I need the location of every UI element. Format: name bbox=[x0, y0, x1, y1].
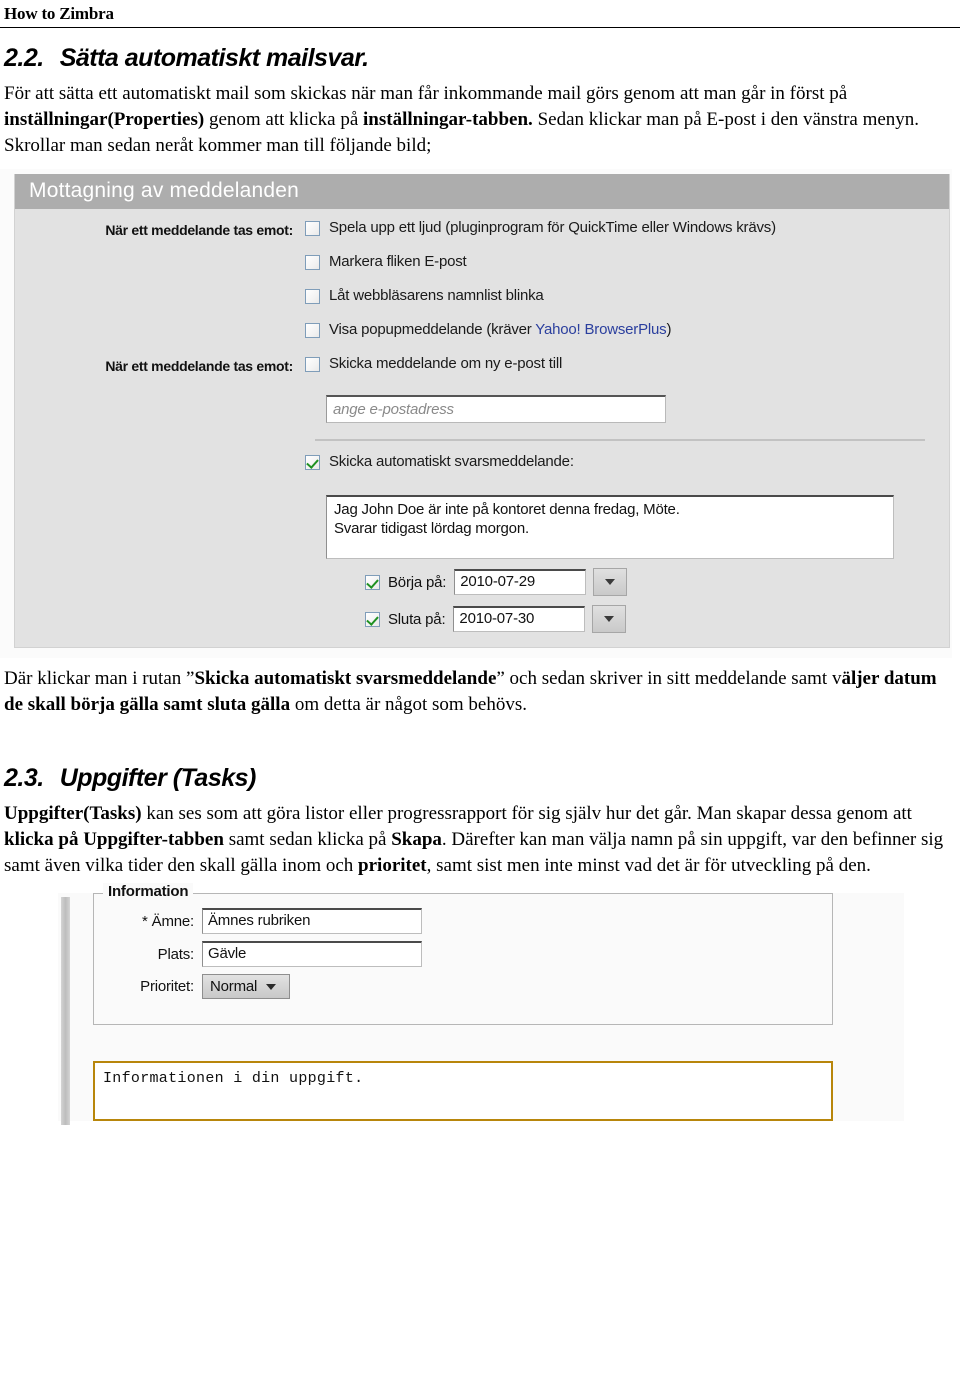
popup-label-pre: Visa popupmeddelande (kräver bbox=[329, 321, 536, 339]
row-flash-browser-title: Låt webbläsarens namnlist blinka bbox=[15, 287, 949, 321]
checkbox-highlight-mail-tab[interactable] bbox=[305, 255, 320, 271]
popup-label-post: ) bbox=[666, 321, 672, 339]
input-start-date[interactable]: 2010-07-29 bbox=[454, 569, 587, 596]
caption-after-screenshot-1: Där klickar man i rutan ”Skicka automati… bbox=[4, 668, 937, 716]
mail-prefs-panel: Mottagning av meddelanden När ett meddel… bbox=[14, 174, 950, 649]
input-location[interactable]: Gävle bbox=[202, 941, 422, 968]
checkbox-start-date[interactable] bbox=[365, 574, 380, 590]
select-priority-value: Normal bbox=[210, 978, 258, 996]
checkbox-label-show-popup: Visa popupmeddelande (kräver Yahoo! Brow… bbox=[329, 321, 671, 338]
task-notes-editor[interactable]: Informationen i din uppgift. bbox=[93, 1061, 833, 1122]
section-title-2-2: Sätta automatiskt mailsvar. bbox=[59, 44, 369, 72]
input-subject[interactable]: Ämnes rubriken bbox=[202, 908, 422, 935]
checkbox-label-send-auto-reply: Skicka automatiskt svarsmeddelande: bbox=[329, 453, 574, 471]
auto-reply-message-textarea[interactable]: Jag John Doe är inte på kontoret denna f… bbox=[326, 495, 894, 560]
label-start-date: Börja på: bbox=[388, 573, 447, 591]
section-divider bbox=[315, 439, 925, 442]
row-show-popup: Visa popupmeddelande (kräver Yahoo! Brow… bbox=[15, 321, 949, 355]
checkbox-show-popup[interactable] bbox=[305, 323, 320, 339]
checkbox-label-forward-new-mail: Skicka meddelande om ny e-post till bbox=[329, 355, 563, 373]
checkbox-send-auto-reply[interactable] bbox=[305, 455, 320, 471]
section-heading-2-2: 2.2. Sätta automatiskt mailsvar. bbox=[4, 44, 960, 73]
label-on-message-received-1: När ett meddelande tas emot: bbox=[105, 222, 293, 239]
browserplus-link[interactable]: Yahoo! BrowserPlus bbox=[535, 321, 666, 338]
row-highlight-mail-tab: Markera fliken E-post bbox=[15, 253, 949, 287]
section-number-2-3: 2.3. bbox=[4, 764, 44, 793]
checkbox-forward-new-mail[interactable] bbox=[305, 357, 320, 373]
row-auto-reply-message: Jag John Doe är inte på kontoret denna f… bbox=[15, 495, 949, 560]
section-2-3-paragraph: Uppgifter(Tasks) kan ses som att göra li… bbox=[4, 803, 944, 877]
start-date-picker-button[interactable] bbox=[593, 568, 628, 597]
checkbox-play-sound[interactable] bbox=[305, 221, 320, 237]
section-title-2-3: Uppgifter (Tasks) bbox=[59, 764, 257, 793]
spacer-label-6 bbox=[15, 495, 305, 498]
screenshot-bottom-edge bbox=[0, 648, 952, 659]
row-on-message-received-2: När ett meddelande tas emot: Skicka medd… bbox=[15, 355, 949, 389]
header-rule bbox=[0, 27, 960, 28]
section-heading-2-3: 2.3. Uppgifter (Tasks) bbox=[4, 764, 960, 793]
select-priority[interactable]: Normal bbox=[202, 974, 290, 1000]
chevron-down-icon bbox=[266, 983, 277, 990]
input-end-date[interactable]: 2010-07-30 bbox=[453, 606, 586, 633]
label-priority: Prioritet: bbox=[140, 978, 194, 996]
spacer-label-5 bbox=[15, 453, 305, 456]
end-date-picker-button[interactable] bbox=[592, 605, 627, 634]
row-email-address: ange e-postadress bbox=[15, 395, 949, 429]
spacer-label-4 bbox=[15, 395, 305, 398]
field-row-priority: Prioritet: Normal bbox=[94, 974, 832, 1000]
panel-body: När ett meddelande tas emot: Spela upp e… bbox=[15, 209, 949, 647]
spacer-label-1 bbox=[15, 253, 305, 256]
screenshot-mail-preferences: Mottagning av meddelanden När ett meddel… bbox=[0, 169, 952, 659]
editor-gap bbox=[58, 1025, 904, 1061]
scrollbar-track[interactable] bbox=[61, 897, 70, 1126]
fieldset-legend: Information bbox=[103, 883, 194, 901]
checkbox-label-highlight-mail-tab: Markera fliken E-post bbox=[329, 253, 467, 271]
checkbox-label-play-sound: Spela upp ett ljud (pluginprogram för Qu… bbox=[329, 219, 776, 237]
panel-title: Mottagning av meddelanden bbox=[15, 174, 949, 210]
section-number-2-2: 2.2. bbox=[4, 44, 44, 72]
label-on-message-received-2: När ett meddelande tas emot: bbox=[105, 358, 293, 375]
spacer-label-2 bbox=[15, 287, 305, 290]
chevron-down-icon bbox=[605, 579, 616, 586]
checkbox-label-flash-browser-title: Låt webbläsarens namnlist blinka bbox=[329, 287, 544, 305]
section-2-2-paragraph: För att sätta ett automatiskt mail som s… bbox=[4, 83, 920, 157]
running-header-text: How to Zimbra bbox=[4, 4, 114, 23]
checkbox-end-date[interactable] bbox=[365, 611, 380, 627]
checkbox-flash-browser-title[interactable] bbox=[305, 289, 320, 305]
chevron-down-icon bbox=[604, 616, 615, 623]
label-end-date: Sluta på: bbox=[388, 610, 446, 628]
running-header: How to Zimbra bbox=[0, 0, 960, 24]
row-start-date: Börja på: 2010-07-29 bbox=[15, 568, 949, 597]
row-auto-reply-toggle: Skicka automatiskt svarsmeddelande: bbox=[15, 453, 949, 487]
email-address-input[interactable]: ange e-postadress bbox=[326, 395, 666, 424]
row-on-message-received-1: När ett meddelande tas emot: Spela upp e… bbox=[15, 219, 949, 253]
field-row-location: Plats: Gävle bbox=[94, 941, 832, 968]
field-row-subject: * Ämne: Ämnes rubriken bbox=[94, 908, 832, 935]
screenshot-task-information: Information * Ämne: Ämnes rubriken Plats… bbox=[58, 883, 904, 1126]
information-fieldset: Information * Ämne: Ämnes rubriken Plats… bbox=[93, 883, 833, 1026]
spacer-label-3 bbox=[15, 321, 305, 324]
label-location: Plats: bbox=[157, 945, 195, 963]
label-subject: * Ämne: bbox=[142, 912, 194, 930]
row-end-date: Sluta på: 2010-07-30 bbox=[15, 605, 949, 634]
